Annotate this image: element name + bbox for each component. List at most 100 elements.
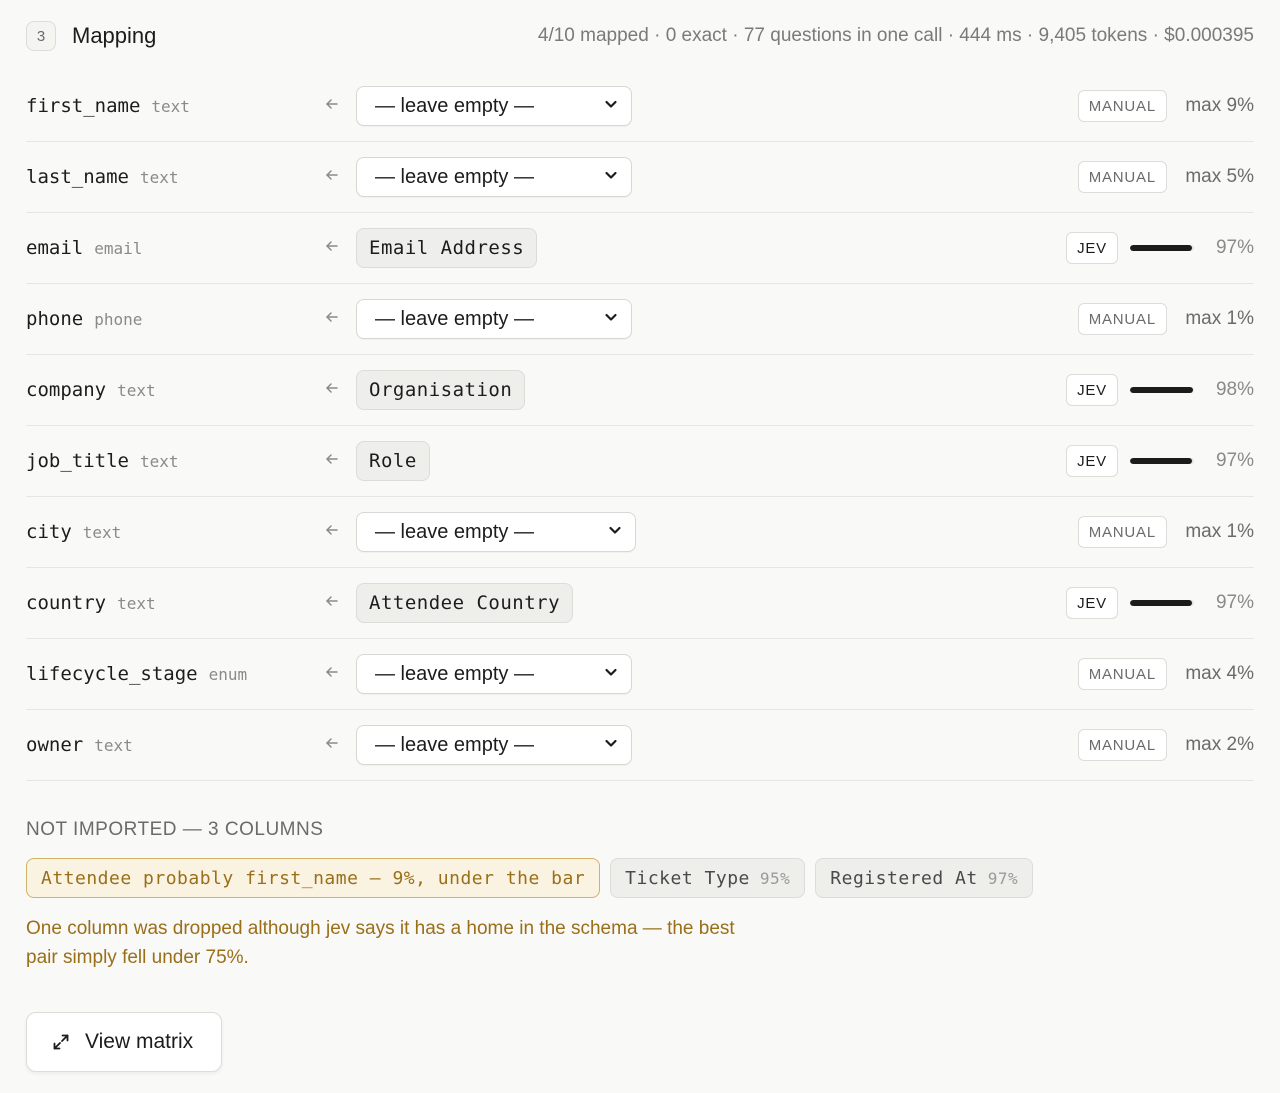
mapping-result: MANUAL max 9% <box>1077 71 1254 141</box>
source-column-chip[interactable]: Organisation <box>356 370 526 410</box>
field-name: last_name <box>26 166 129 188</box>
mapping-row: city text — leave empty — MANUAL max 1% <box>26 497 1254 568</box>
chevron-down-icon <box>603 734 619 757</box>
method-badge: MANUAL <box>1077 161 1167 193</box>
mapping-row: phone phone — leave empty — MANUAL max 1… <box>26 284 1254 355</box>
target-field: city text <box>26 521 324 543</box>
mapping-row: last_name text — leave empty — MANUAL ma… <box>26 142 1254 213</box>
field-type: enum <box>208 665 248 684</box>
field-name: country <box>26 592 107 614</box>
source-column-chip[interactable]: Attendee Country <box>356 583 574 623</box>
max-score: max 1% <box>1185 308 1254 329</box>
field-type: text <box>151 97 190 116</box>
mapping-row: email email Email Address JEV 97% <box>26 213 1254 284</box>
max-score: max 4% <box>1185 663 1254 684</box>
confidence-bar <box>1130 245 1194 251</box>
select-value: — leave empty — <box>375 520 534 543</box>
source-column-select[interactable]: — leave empty — <box>356 157 632 197</box>
method-badge: MANUAL <box>1077 90 1167 122</box>
method-badge: MANUAL <box>1077 516 1167 548</box>
mapping-row: job_title text Role JEV 97% <box>26 426 1254 497</box>
chevron-down-icon <box>603 663 619 686</box>
method-badge: MANUAL <box>1077 658 1167 690</box>
mapping-result: MANUAL max 1% <box>1077 284 1254 354</box>
method-badge: JEV <box>1066 445 1118 477</box>
max-score: max 1% <box>1185 521 1254 542</box>
field-type: text <box>82 523 122 542</box>
mapping-rows: first_name text — leave empty — MANUAL m… <box>26 71 1254 781</box>
source-column-select[interactable]: — leave empty — <box>356 654 632 694</box>
arrow-left-icon <box>324 238 356 259</box>
not-imported-columns: Attendee probably first_name — 9%, under… <box>26 858 1043 898</box>
mapping-row: lifecycle_stage enum — leave empty — MAN… <box>26 639 1254 710</box>
arrow-left-icon <box>324 735 356 756</box>
confidence-score: 97% <box>1215 237 1254 258</box>
max-score: max 5% <box>1185 166 1254 187</box>
field-type: email <box>94 239 143 258</box>
arrow-left-icon <box>324 96 356 117</box>
select-value: — leave empty — <box>375 662 534 685</box>
confidence-bar <box>1130 458 1194 464</box>
target-field: first_name text <box>26 95 324 117</box>
not-imported-note: One column was dropped although jev says… <box>26 918 735 968</box>
confidence-bar <box>1130 387 1194 393</box>
not-imported-column[interactable]: Attendee probably first_name — 9%, under… <box>26 858 601 898</box>
confidence-score: 98% <box>1215 379 1254 400</box>
field-name: company <box>26 379 107 401</box>
not-imported-column[interactable]: Ticket Type 95% <box>610 858 806 898</box>
mapping-result: JEV 98% <box>1066 355 1254 425</box>
source-column-select[interactable]: — leave empty — <box>356 512 636 552</box>
select-value: — leave empty — <box>375 94 534 117</box>
method-badge: MANUAL <box>1077 303 1167 335</box>
confidence-bar-fill <box>1130 245 1193 251</box>
mapping-row: owner text — leave empty — MANUAL max 2% <box>26 710 1254 781</box>
mapping-result: MANUAL max 5% <box>1077 142 1254 212</box>
select-value: — leave empty — <box>375 165 534 188</box>
page-title: Mapping <box>72 23 157 48</box>
chevron-down-icon <box>603 95 619 118</box>
view-matrix-button[interactable]: View matrix <box>26 1012 222 1072</box>
field-name: phone <box>26 308 84 330</box>
step-badge: 3 <box>26 21 56 51</box>
field-type: text <box>139 168 179 187</box>
expand-icon <box>51 1032 71 1052</box>
source-column-select[interactable]: — leave empty — <box>356 725 632 765</box>
column-score: 95% <box>759 868 791 888</box>
method-badge: JEV <box>1066 374 1118 406</box>
confidence-bar <box>1130 600 1194 606</box>
arrow-left-icon <box>324 167 356 188</box>
method-badge: JEV <box>1066 587 1118 619</box>
arrow-left-icon <box>324 309 356 330</box>
arrow-left-icon <box>324 664 356 685</box>
mapping-row: first_name text — leave empty — MANUAL m… <box>26 71 1254 142</box>
field-name: job_title <box>26 450 129 472</box>
confidence-bar-fill <box>1130 387 1193 393</box>
field-type: text <box>117 594 156 613</box>
source-column-chip[interactable]: Email Address <box>356 228 538 268</box>
confidence-bar-fill <box>1130 600 1193 606</box>
mapping-result: JEV 97% <box>1066 213 1254 283</box>
arrow-left-icon <box>324 451 356 472</box>
mapping-header: 3 Mapping 4/10 mapped · 0 exact · 77 que… <box>26 18 1254 54</box>
field-type: phone <box>94 310 143 329</box>
arrow-left-icon <box>324 522 356 543</box>
field-name: city <box>26 521 72 543</box>
column-name: Ticket Type <box>625 867 750 889</box>
target-field: email email <box>26 237 324 259</box>
method-badge: JEV <box>1066 232 1118 264</box>
source-column-select[interactable]: — leave empty — <box>356 86 632 126</box>
mapping-stats: 4/10 mapped · 0 exact · 77 questions in … <box>537 25 1254 46</box>
target-field: country text <box>26 592 324 614</box>
select-value: — leave empty — <box>375 733 534 756</box>
target-field: lifecycle_stage enum <box>26 663 324 685</box>
not-imported-column[interactable]: Registered At 97% <box>815 858 1034 898</box>
target-field: company text <box>26 379 324 401</box>
mapping-result: MANUAL max 4% <box>1077 639 1254 709</box>
mapping-row: company text Organisation JEV 98% <box>26 355 1254 426</box>
source-column-chip[interactable]: Role <box>356 441 430 481</box>
source-column-select[interactable]: — leave empty — <box>356 299 632 339</box>
field-type: text <box>139 452 179 471</box>
chevron-down-icon <box>607 521 623 544</box>
mapping-result: JEV 97% <box>1066 426 1254 496</box>
field-name: email <box>26 237 84 259</box>
